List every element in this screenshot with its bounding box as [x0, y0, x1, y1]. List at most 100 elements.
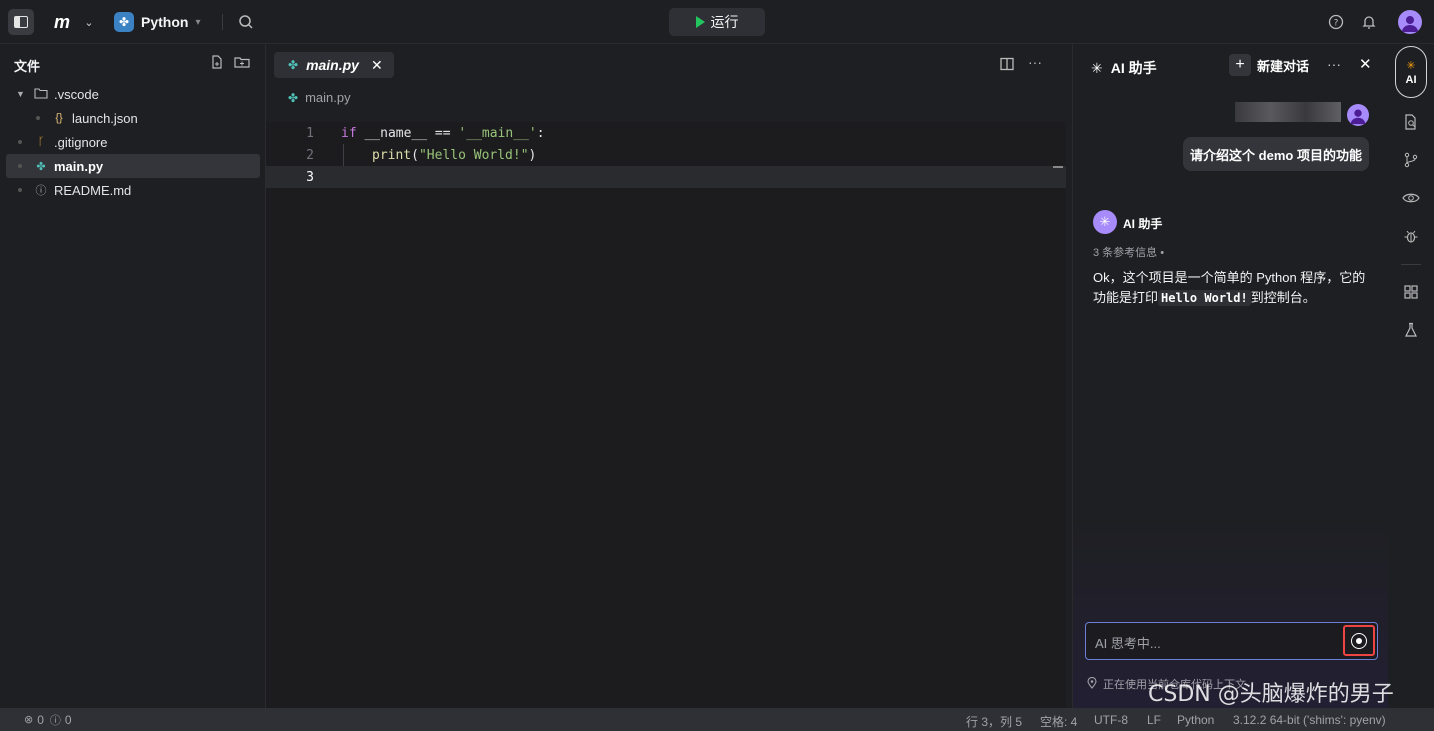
language-mode[interactable]: Python	[1177, 713, 1214, 727]
cursor-position[interactable]: 行 3，列 5	[966, 713, 1022, 730]
error-icon: ⊗	[24, 714, 34, 726]
function-name: print	[372, 147, 412, 163]
new-folder-icon[interactable]	[234, 55, 250, 72]
code-area[interactable]: 1 if __name__ == '__main__': 2 print("He…	[266, 122, 1066, 708]
ai-panel-header: ✳ AI 助手 + 新建对话 ··· ✕	[1073, 44, 1389, 88]
stop-icon	[1351, 632, 1367, 649]
split-editor-icon[interactable]	[1000, 57, 1014, 74]
project-name: Python	[141, 14, 189, 30]
code-line: 2 print("Hello World!")	[266, 144, 1066, 166]
ai-answer: Ok，这个项目是一个简单的 Python 程序，它的功能是打印 Hello Wor…	[1093, 268, 1377, 308]
tree-item-launch-json[interactable]: {} launch.json	[6, 106, 260, 130]
chevron-down-icon: ▾	[195, 16, 201, 28]
help-icon[interactable]: ?	[1326, 12, 1346, 32]
plus-icon: +	[1229, 54, 1251, 76]
run-label: 运行	[710, 14, 739, 30]
problems-indicator[interactable]: ⊗ 0 ⓘ 0	[24, 712, 72, 728]
source-control-icon[interactable]	[1401, 150, 1421, 170]
code-token: __name__ ==	[356, 125, 459, 141]
ai-activity-label: AI	[1405, 73, 1417, 86]
user-message: 请介绍这个 demo 项目的功能	[1183, 137, 1369, 171]
new-chat-button[interactable]: + 新建对话	[1229, 54, 1309, 76]
debug-icon[interactable]	[1401, 226, 1421, 246]
string-literal: '__main__'	[458, 125, 537, 141]
top-bar: m ⌄ ✤ Python ▾ 运行 ?	[0, 0, 1434, 44]
divider	[222, 14, 223, 30]
explorer-actions	[210, 55, 250, 72]
ai-input-placeholder: AI 思考中...	[1095, 636, 1161, 651]
bell-icon[interactable]	[1359, 12, 1379, 32]
location-pin-icon	[1087, 676, 1097, 692]
tree-dot	[18, 140, 22, 144]
tab-label: main.py	[306, 57, 359, 73]
search-file-icon[interactable]	[1401, 112, 1421, 132]
stop-generation-button[interactable]	[1343, 625, 1375, 656]
code-token: (	[411, 147, 419, 163]
app-logo[interactable]: m	[46, 12, 76, 32]
info-icon: ⓘ	[35, 185, 47, 197]
editor-tab-bar: ✤ main.py ✕ ···	[266, 44, 1066, 84]
code-line: 1 if __name__ == '__main__':	[266, 122, 1066, 144]
new-chat-label: 新建对话	[1257, 58, 1310, 74]
project-selector[interactable]: ✤ Python ▾	[114, 10, 200, 34]
user-name-blurred	[1235, 102, 1341, 122]
git-icon: ᚴ	[37, 136, 45, 148]
code-line-current: 3	[266, 166, 1066, 188]
flask-icon[interactable]	[1401, 320, 1421, 340]
tree-item-label: .vscode	[54, 86, 99, 102]
more-icon[interactable]: ···	[1028, 55, 1042, 74]
ai-activity-button[interactable]: ✳ AI	[1395, 46, 1427, 98]
watermark: CSDN @头脑爆炸的男子	[1148, 682, 1394, 707]
search-icon[interactable]	[236, 12, 256, 32]
folder-icon	[34, 87, 48, 102]
sidebar-icon	[14, 16, 28, 28]
ai-chat-input[interactable]: AI 思考中...	[1085, 622, 1378, 660]
preview-icon[interactable]	[1401, 188, 1421, 208]
status-bar: ⊗ 0 ⓘ 0 行 3，列 5 空格: 4 UTF-8 LF Python 3.…	[0, 708, 1434, 731]
run-button[interactable]: 运行	[669, 8, 765, 36]
reference-info[interactable]: 3 条参考信息 •	[1093, 244, 1164, 260]
line-ending[interactable]: LF	[1147, 713, 1161, 727]
tree-dot	[18, 188, 22, 192]
python-interpreter[interactable]: 3.12.2 64-bit ('shims': pyenv)	[1233, 713, 1386, 727]
close-icon[interactable]: ✕	[1359, 55, 1372, 73]
tree-item-gitignore[interactable]: ᚴ .gitignore	[6, 130, 260, 154]
indentation[interactable]: 空格: 4	[1040, 713, 1077, 730]
code-text: if __name__ == '__main__':	[341, 126, 545, 141]
sparkle-icon: ✳	[1091, 59, 1103, 76]
code-text: print("Hello World!")	[372, 148, 536, 163]
chevron-down-icon[interactable]: ⌄	[82, 14, 96, 30]
sidebar-toggle-button[interactable]	[8, 9, 34, 35]
chevron-down-icon: ▼	[16, 89, 25, 99]
editor-tab-main-py[interactable]: ✤ main.py ✕	[274, 52, 394, 78]
ai-panel-title: ✳ AI 助手	[1091, 58, 1157, 78]
tree-item-readme[interactable]: ⓘ README.md	[6, 178, 260, 202]
string-literal: "Hello World!"	[418, 147, 529, 163]
warning-icon: ⓘ	[49, 714, 61, 727]
tree-dot	[18, 164, 22, 168]
extensions-icon[interactable]	[1401, 282, 1421, 302]
keyword: if	[341, 125, 357, 141]
close-icon[interactable]: ✕	[371, 57, 383, 74]
ai-avatar: ✳	[1093, 210, 1117, 234]
python-icon: ✤	[114, 12, 134, 32]
breadcrumb-item[interactable]: main.py	[305, 90, 351, 105]
user-avatar[interactable]	[1398, 10, 1422, 34]
line-number: 2	[306, 147, 314, 163]
tree-item-vscode-folder[interactable]: ▼ .vscode	[6, 82, 260, 106]
file-explorer: 文件 ▼ .vscode {} launch.json ᚴ .gitignore…	[0, 44, 266, 708]
tree-item-label: README.md	[54, 182, 132, 198]
new-file-icon[interactable]	[210, 55, 224, 72]
python-file-icon: ✤	[36, 160, 46, 173]
answer-code: Hello World!	[1158, 290, 1251, 306]
play-icon	[695, 16, 705, 28]
indent-guide	[343, 144, 344, 166]
encoding[interactable]: UTF-8	[1094, 713, 1128, 727]
more-icon[interactable]: ···	[1327, 56, 1341, 72]
json-icon: {}	[55, 112, 63, 124]
svg-text:?: ?	[1334, 19, 1339, 29]
line-number: 3	[306, 169, 314, 185]
tree-item-label: .gitignore	[54, 134, 108, 150]
editor-actions: ···	[1000, 55, 1042, 74]
tree-item-main-py[interactable]: ✤ main.py	[6, 154, 260, 178]
